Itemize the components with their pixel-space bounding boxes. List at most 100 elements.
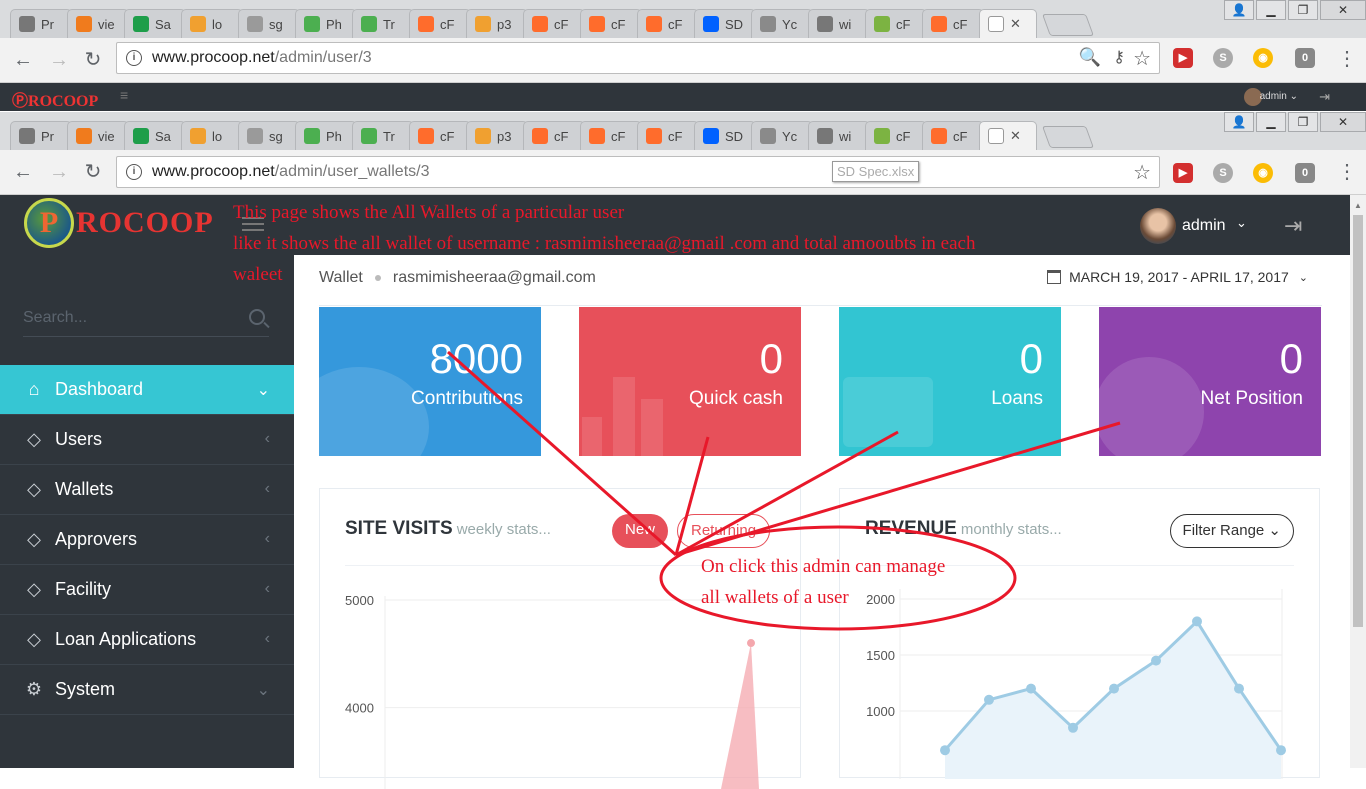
menu-icon[interactable]: ⋮ bbox=[1336, 48, 1358, 70]
browser-tab[interactable]: Tr bbox=[352, 121, 414, 150]
browser-tab[interactable]: Ph bbox=[295, 121, 357, 150]
address-bar[interactable]: i www.procoop.net/admin/user/3 🔍 ⚷ ☆ bbox=[116, 42, 1160, 74]
close-window-button[interactable]: ✕ bbox=[1320, 0, 1366, 20]
browser-tab[interactable]: sg bbox=[238, 9, 300, 38]
skype-icon[interactable]: S bbox=[1213, 48, 1233, 68]
browser-tab[interactable]: Yc bbox=[751, 121, 813, 150]
browser-tab[interactable]: wi bbox=[808, 9, 870, 38]
active-tab[interactable]: ✕ bbox=[979, 9, 1037, 38]
maximize-button[interactable]: ❐ bbox=[1288, 0, 1318, 20]
breadcrumb-page[interactable]: Wallet bbox=[319, 269, 363, 287]
scrollbar-thumb[interactable] bbox=[1353, 215, 1363, 627]
browser-tab[interactable]: sg bbox=[238, 121, 300, 150]
browser-tab[interactable]: Ph bbox=[295, 9, 357, 38]
info-icon[interactable]: i bbox=[126, 50, 142, 66]
filter-range-button[interactable]: Filter Range ⌄ bbox=[1169, 514, 1294, 548]
url-text[interactable]: www.procoop.net/admin/user_wallets/3 bbox=[152, 163, 429, 181]
browser-tab[interactable]: vie bbox=[67, 9, 129, 38]
browser-tab[interactable]: SD bbox=[694, 9, 756, 38]
browser-tab[interactable]: cF bbox=[580, 9, 642, 38]
browser-tab[interactable]: SD bbox=[694, 121, 756, 150]
browser-tab[interactable]: Pr bbox=[10, 9, 72, 38]
logout-icon[interactable]: ⇥ bbox=[1284, 213, 1302, 239]
browser-tab[interactable]: p3 bbox=[466, 121, 528, 150]
extension-red-icon[interactable]: ▶ bbox=[1173, 163, 1193, 183]
browser-tab[interactable]: cF bbox=[637, 9, 699, 38]
user-name[interactable]: admin bbox=[1182, 217, 1226, 235]
close-tab-icon[interactable]: ✕ bbox=[1010, 128, 1021, 144]
close-window-button[interactable]: ✕ bbox=[1320, 112, 1366, 132]
browser-tab[interactable]: cF bbox=[922, 9, 984, 38]
browser-tab[interactable]: cF bbox=[865, 121, 927, 150]
browser-tab[interactable]: cF bbox=[409, 9, 471, 38]
hamburger-icon[interactable]: ≡ bbox=[120, 87, 128, 103]
browser-tab[interactable]: cF bbox=[409, 121, 471, 150]
profile-icon[interactable]: 👤 bbox=[1224, 0, 1254, 20]
search-icon[interactable] bbox=[249, 309, 265, 325]
sidebar-item-loan-applications[interactable]: ◇ Loan Applications ‹ bbox=[0, 615, 294, 665]
sidebar-item-wallets[interactable]: ◇ Wallets ‹ bbox=[0, 465, 294, 515]
skype-icon[interactable]: S bbox=[1213, 163, 1233, 183]
browser-tab[interactable]: cF bbox=[922, 121, 984, 150]
new-button[interactable]: New bbox=[612, 514, 669, 548]
bookmark-star-icon[interactable]: ☆ bbox=[1133, 160, 1151, 185]
browser-tab[interactable]: Tr bbox=[352, 9, 414, 38]
browser-tab[interactable]: p3 bbox=[466, 9, 528, 38]
extension-red-icon[interactable]: ▶ bbox=[1173, 48, 1193, 68]
minimize-button[interactable]: ▁ bbox=[1256, 112, 1286, 132]
browser-tab[interactable]: cF bbox=[637, 121, 699, 150]
browser-tab[interactable]: cF bbox=[580, 121, 642, 150]
info-icon[interactable]: i bbox=[126, 164, 142, 180]
chevron-down-icon[interactable]: ⌄ bbox=[1236, 215, 1247, 231]
browser-tab[interactable]: lo bbox=[181, 121, 243, 150]
user-menu-small[interactable]: admin ⌄ bbox=[1260, 91, 1298, 102]
back-icon[interactable]: ← bbox=[12, 161, 34, 183]
profile-icon[interactable]: 👤 bbox=[1224, 112, 1254, 132]
sidebar-item-dashboard[interactable]: ⌂ Dashboard ⌄ bbox=[0, 365, 306, 415]
key-icon[interactable]: ⚷ bbox=[1113, 47, 1125, 67]
browser-tab[interactable]: Pr bbox=[10, 121, 72, 150]
stat-card-loans[interactable]: 0 Loans bbox=[839, 307, 1061, 456]
maximize-button[interactable]: ❐ bbox=[1288, 112, 1318, 132]
forward-icon[interactable]: → bbox=[48, 49, 70, 71]
logout-icon[interactable]: ⇥ bbox=[1319, 89, 1330, 105]
browser-tab[interactable]: cF bbox=[523, 9, 585, 38]
url-text[interactable]: www.procoop.net/admin/user/3 bbox=[152, 49, 372, 67]
browser-tab[interactable]: cF bbox=[523, 121, 585, 150]
chrome-ext-icon[interactable]: ◉ bbox=[1253, 163, 1273, 183]
browser-tab[interactable]: lo bbox=[181, 9, 243, 38]
new-tab-button[interactable] bbox=[1041, 14, 1095, 36]
sidebar-item-users[interactable]: ◇ Users ‹ bbox=[0, 415, 294, 465]
sidebar-item-facility[interactable]: ◇ Facility ‹ bbox=[0, 565, 294, 615]
back-icon[interactable]: ← bbox=[12, 49, 34, 71]
reload-icon[interactable]: ↻ bbox=[82, 49, 104, 71]
bookmark-star-icon[interactable]: ☆ bbox=[1133, 46, 1151, 71]
reload-icon[interactable]: ↻ bbox=[82, 161, 104, 183]
minimize-button[interactable]: ▁ bbox=[1256, 0, 1286, 20]
chrome-ext-icon[interactable]: ◉ bbox=[1253, 48, 1273, 68]
stat-card-quick-cash[interactable]: 0 Quick cash bbox=[579, 307, 801, 456]
close-tab-icon[interactable]: ✕ bbox=[1010, 16, 1021, 32]
brand-logo[interactable]: P ROCOOP bbox=[24, 198, 214, 248]
sidebar-item-approvers[interactable]: ◇ Approvers ‹ bbox=[0, 515, 294, 565]
search-placeholder[interactable]: Search... bbox=[23, 309, 87, 327]
active-tab[interactable]: ✕ bbox=[979, 121, 1037, 150]
address-bar[interactable]: i www.procoop.net/admin/user_wallets/3 ☆ bbox=[116, 156, 1160, 188]
sidebar-item-system[interactable]: ⚙ System ⌄ bbox=[0, 665, 294, 715]
new-tab-button[interactable] bbox=[1041, 126, 1095, 148]
scroll-up-icon[interactable]: ▲ bbox=[1354, 201, 1362, 210]
stat-card-net-position[interactable]: 0 Net Position bbox=[1099, 307, 1321, 456]
puzzle-icon[interactable]: 0 bbox=[1295, 48, 1315, 68]
zoom-icon[interactable]: 🔍 bbox=[1079, 47, 1101, 68]
date-range-picker[interactable]: MARCH 19, 2017 - APRIL 17, 2017 ⌄ bbox=[1047, 269, 1308, 285]
browser-tab[interactable]: vie bbox=[67, 121, 129, 150]
browser-tab[interactable]: Sa bbox=[124, 121, 186, 150]
forward-icon[interactable]: → bbox=[48, 161, 70, 183]
browser-tab[interactable]: Sa bbox=[124, 9, 186, 38]
browser-tab[interactable]: Yc bbox=[751, 9, 813, 38]
browser-tab[interactable]: wi bbox=[808, 121, 870, 150]
page-scrollbar[interactable]: ▲ bbox=[1350, 195, 1366, 768]
avatar[interactable] bbox=[1140, 208, 1176, 244]
stat-card-contributions[interactable]: 8000 Contributions bbox=[319, 307, 541, 456]
returning-button[interactable]: Returning bbox=[677, 514, 771, 548]
